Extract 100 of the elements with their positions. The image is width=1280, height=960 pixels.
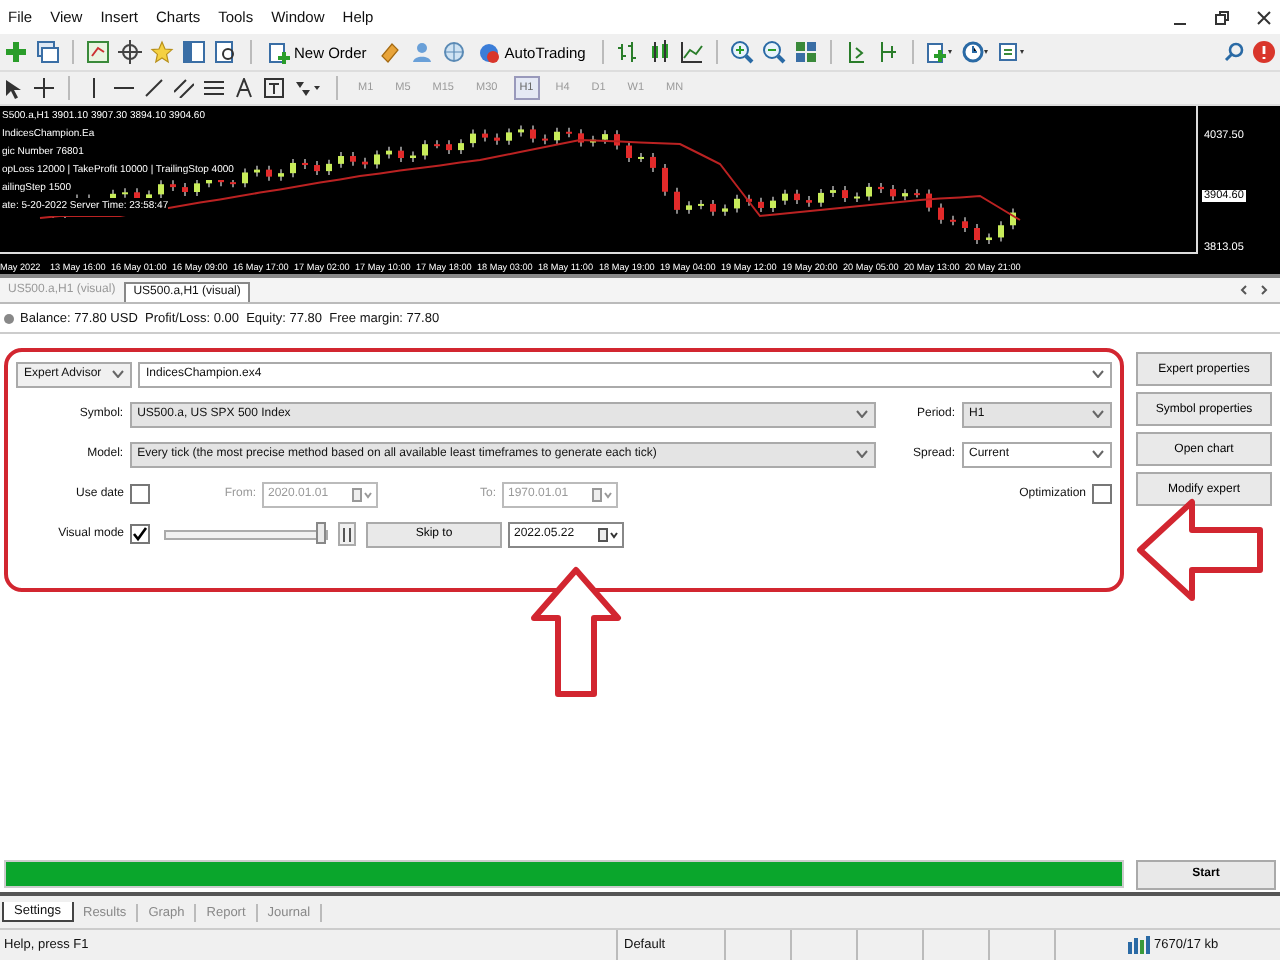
candlestick [542,134,548,145]
dot-icon [4,313,14,323]
candlestick [734,194,740,213]
candlestick [470,129,476,148]
panel-icon[interactable] [182,40,206,64]
scroll-right-icon[interactable] [1258,284,1270,296]
star-icon[interactable] [150,40,174,64]
candlestick [530,124,536,144]
candlestick [614,129,620,151]
search-icon[interactable] [1224,42,1244,62]
candlestick [266,165,272,182]
pause-button[interactable] [338,522,356,546]
candlestick [578,128,584,148]
calendar-dropdown-icon [352,487,372,501]
scroll-left-icon[interactable] [1238,284,1250,296]
candlestick [482,129,488,143]
tile-icon[interactable] [793,40,818,64]
candlestick [830,185,836,198]
indicator-add-icon[interactable] [925,40,954,64]
chevron-down-icon [112,370,124,378]
candlestick [962,216,968,233]
candlestick [890,184,896,201]
channel-icon[interactable] [174,78,194,98]
visual-mode-checkbox[interactable] [130,524,150,544]
candlestick [446,139,452,155]
candlestick [866,182,872,202]
trendline-icon[interactable] [144,78,164,98]
chart-window-icon[interactable] [86,40,110,64]
candlestick [326,159,332,176]
candlestick [938,203,944,225]
candlestick [1010,207,1016,230]
candlestick [998,220,1004,243]
candlestick [434,139,440,149]
chart-shift-icon[interactable] [843,40,868,64]
crosshair-icon[interactable] [118,40,142,64]
candlestick [842,185,848,203]
restore-icon[interactable] [1214,9,1230,25]
candlestick-icon[interactable] [647,40,672,64]
candlestick [122,187,128,199]
line-chart-icon[interactable] [679,40,704,64]
candlestick [650,152,656,173]
chevron-down-icon [855,450,868,458]
candlestick [746,194,752,207]
annotation-arrow-icon [1136,498,1264,602]
candlestick [278,168,284,182]
candlestick [710,199,716,217]
candlestick [722,203,728,217]
candlestick [518,124,524,137]
globe-icon[interactable] [442,40,467,64]
candlestick [806,195,812,208]
candlestick [170,179,176,192]
candlestick [566,127,572,138]
candlestick [782,189,788,206]
candlestick [554,127,560,145]
connection-bars-icon [1128,936,1150,954]
candlestick [602,129,608,145]
candlestick [758,197,764,213]
candlestick [410,150,416,163]
zoom-in-icon[interactable] [729,40,754,64]
candlestick [422,139,428,161]
candlestick [626,140,632,163]
cursor-icon[interactable] [4,77,24,99]
candlestick [914,188,920,199]
candlestick [818,188,824,208]
arrows-icon[interactable] [294,78,322,98]
optimization-checkbox[interactable] [1092,484,1112,504]
candlestick [314,160,320,176]
clock-icon[interactable] [961,40,990,64]
chevron-down-icon [1092,410,1104,418]
chevron-down-icon [1092,450,1104,458]
candlestick [350,151,356,167]
text-label-icon[interactable] [264,78,284,98]
windows-icon[interactable] [36,40,60,64]
text-icon[interactable] [234,78,254,98]
crosshair-icon[interactable] [34,78,54,98]
candlestick [686,200,692,215]
candlestick [950,215,956,226]
autoscroll-icon[interactable] [875,40,900,64]
candlestick [674,187,680,215]
pause-icon [342,527,352,541]
close-icon[interactable] [1256,9,1272,25]
template-icon[interactable] [997,40,1026,64]
document-search-icon[interactable] [214,40,238,64]
candlestick [194,178,200,197]
chevron-down-icon [855,410,868,418]
plus-icon[interactable] [4,40,28,64]
zoom-out-icon[interactable] [761,40,786,64]
bar-chart-icon[interactable] [615,40,640,64]
use-date-checkbox[interactable] [130,484,150,504]
candlestick [242,167,248,188]
candlestick [986,232,992,245]
notification-icon[interactable] [1252,40,1276,64]
candlestick [254,165,260,178]
candlestick [374,149,380,170]
candlestick [158,179,164,199]
speed-slider-thumb[interactable] [316,522,326,544]
candlestick [770,196,776,213]
candlestick [182,182,188,197]
candlestick [638,152,644,163]
new-document-icon [268,41,290,63]
